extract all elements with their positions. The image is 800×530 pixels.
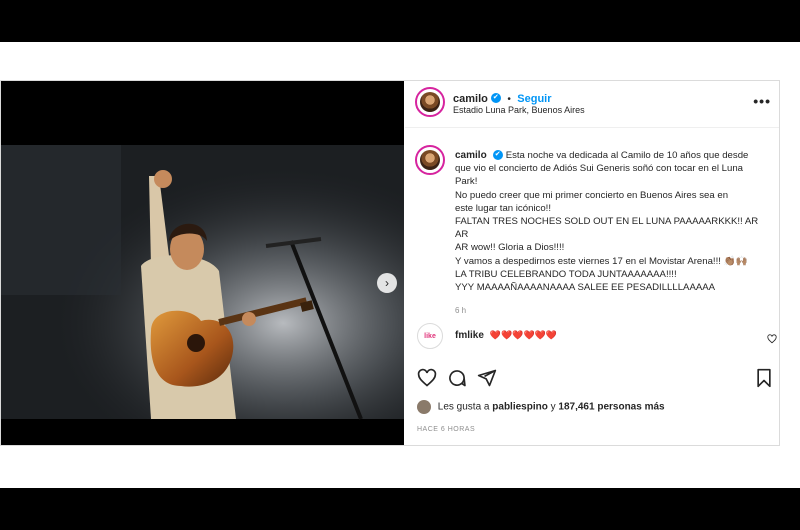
- caption-line: Y vamos a despedirnos este viernes 17 en…: [455, 255, 748, 267]
- caption-line: FALTAN TRES NOCHES SOLD OUT EN EL LUNA P…: [455, 216, 759, 241]
- heart-icon: [767, 334, 777, 344]
- like-button[interactable]: [417, 368, 437, 393]
- likes-summary: Les gusta a pabliespino y 187,461 person…: [417, 400, 665, 414]
- post-timestamp[interactable]: HACE 6 HORAS: [417, 426, 475, 433]
- username-link[interactable]: camilo: [453, 93, 488, 105]
- separator-dot: •: [507, 94, 511, 105]
- next-photo-button[interactable]: ›: [377, 273, 397, 293]
- share-button[interactable]: [477, 368, 497, 393]
- avatar-image: [420, 150, 440, 170]
- caption: camilo ✔ Esta noche va dedicada al Camilo …: [455, 149, 765, 317]
- caption-time[interactable]: 6 h: [455, 304, 765, 317]
- follow-button[interactable]: Seguir: [517, 93, 551, 105]
- post-header: camilo ✔ • Seguir Estadio Luna Park, Buen…: [405, 81, 779, 128]
- comment-button[interactable]: [447, 368, 467, 393]
- chevron-right-icon: ›: [385, 276, 389, 290]
- page-background: › camilo ✔ • Seguir Estadio Luna Park, Bu…: [0, 42, 800, 488]
- avatar[interactable]: [415, 87, 445, 117]
- comment-text: ❤️❤️❤️❤️❤️❤️: [489, 330, 558, 340]
- liker-avatar[interactable]: [417, 400, 431, 414]
- avatar-image: [420, 92, 440, 112]
- more-icon[interactable]: •••: [753, 93, 771, 109]
- post-photo[interactable]: ›: [1, 81, 404, 445]
- verified-icon: ✔: [490, 92, 501, 103]
- comment-like-button[interactable]: [767, 331, 777, 349]
- commenter-avatar[interactable]: like: [417, 323, 443, 349]
- bookmark-icon: [757, 368, 771, 388]
- instagram-post: › camilo ✔ • Seguir Estadio Luna Park, Bu…: [0, 80, 780, 446]
- post-actions: [405, 368, 779, 396]
- likes-middle: y: [550, 401, 556, 413]
- caption-line: No puedo creer que mi primer concierto e…: [455, 189, 729, 201]
- comment-icon: [449, 370, 466, 387]
- caption-line: Park!: [455, 176, 478, 188]
- commenter-avatar-text: like: [424, 332, 436, 340]
- save-button[interactable]: [755, 368, 773, 393]
- caption-line: YYY MAAAAÑAAAANAAAA SALEE EE PESADILLLLA…: [455, 282, 716, 294]
- caption-text: Esta noche va dedicada al Camilo de 10 a…: [505, 150, 749, 161]
- caption-line: AR wow!! Gloria a Dios!!!!: [455, 242, 565, 254]
- caption-line: que vio el concierto de Adiós Sui Generi…: [455, 163, 743, 175]
- commenter-username[interactable]: fmlike: [455, 330, 484, 341]
- comment-content: fmlike ❤️❤️❤️❤️❤️❤️: [455, 330, 557, 341]
- caption-username[interactable]: camilo: [455, 150, 487, 161]
- post-sidebar: camilo ✔ • Seguir Estadio Luna Park, Buen…: [405, 81, 779, 445]
- likes-count[interactable]: 187,461 personas más: [558, 402, 664, 413]
- caption-line: LA TRIBU CELEBRANDO TODA JUNTAAAAAAA!!!!: [455, 268, 677, 280]
- comment-row: like fmlike ❤️❤️❤️❤️❤️❤️: [417, 323, 779, 351]
- caption-line: camilo ✔ Esta noche va dedicada al Camilo …: [455, 149, 765, 162]
- verified-icon: ✔: [492, 150, 503, 161]
- caption-line: este lugar tan icónico!!: [455, 202, 551, 214]
- share-icon: [477, 369, 497, 387]
- location-link[interactable]: Estadio Luna Park, Buenos Aires: [453, 105, 585, 115]
- likes-prefix: Les gusta a: [437, 401, 490, 413]
- liker-username[interactable]: pabliespino: [492, 402, 548, 413]
- concert-photo: [1, 81, 404, 445]
- caption-avatar[interactable]: [415, 145, 445, 175]
- heart-icon: [417, 368, 437, 387]
